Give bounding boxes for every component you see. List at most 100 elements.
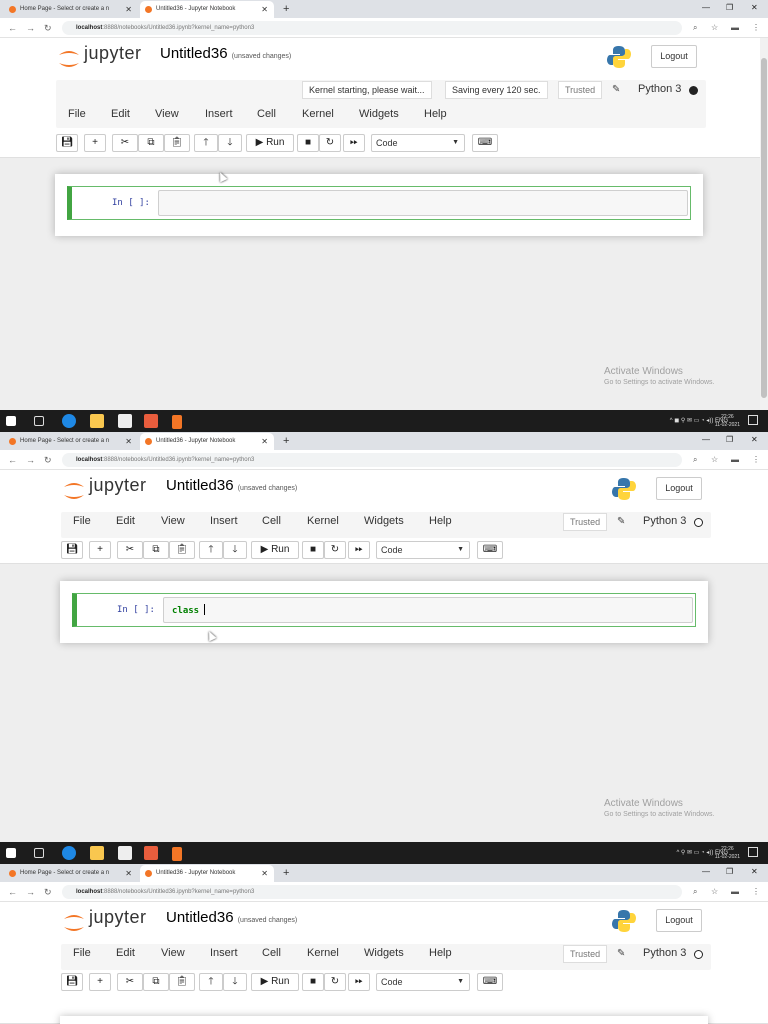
new-tab-icon[interactable]: +: [283, 0, 289, 18]
file-explorer-icon[interactable]: [90, 414, 104, 428]
copy-button[interactable]: ⧉: [143, 973, 169, 991]
menu-insert[interactable]: Insert: [205, 108, 233, 120]
insert-cell-button[interactable]: +: [89, 541, 111, 559]
cell-input[interactable]: class: [163, 597, 693, 623]
menu-kernel[interactable]: Kernel: [307, 515, 339, 527]
minimize-icon[interactable]: —: [702, 864, 710, 880]
menu-file[interactable]: File: [73, 515, 91, 527]
command-palette-button[interactable]: ⌨: [472, 134, 498, 152]
back-icon[interactable]: ←: [8, 882, 17, 902]
bookmark-star-icon[interactable]: ☆: [711, 18, 718, 38]
run-button[interactable]: ▶ Run: [246, 134, 294, 152]
store-icon[interactable]: [118, 414, 132, 428]
browser-tab-home[interactable]: Home Page - Select or create a n ✕: [4, 1, 138, 18]
zoom-icon[interactable]: ⌕: [693, 882, 697, 902]
notification-center-icon[interactable]: [748, 847, 758, 857]
menu-widgets[interactable]: Widgets: [364, 515, 404, 527]
menu-cell[interactable]: Cell: [262, 515, 281, 527]
restart-run-all-button[interactable]: ⏩︎: [343, 134, 365, 152]
close-icon[interactable]: ✕: [261, 1, 268, 18]
menu-insert[interactable]: Insert: [210, 515, 238, 527]
notebook-title[interactable]: Untitled36 (unsaved changes): [160, 45, 291, 62]
copy-button[interactable]: ⧉: [143, 541, 169, 559]
run-button[interactable]: ▶ Run: [251, 973, 299, 991]
copy-button[interactable]: ⧉: [138, 134, 164, 152]
paste-button[interactable]: 📋︎: [169, 541, 195, 559]
restore-icon[interactable]: ❐: [726, 0, 733, 16]
close-icon[interactable]: ✕: [125, 1, 132, 18]
cell-input[interactable]: [158, 190, 688, 216]
kernel-indicator[interactable]: Python 3: [643, 947, 686, 959]
windows-start-icon[interactable]: [6, 848, 16, 858]
logout-button[interactable]: Logout: [656, 477, 702, 500]
jupyter-taskbar-icon[interactable]: [172, 415, 182, 429]
cut-button[interactable]: ✂: [112, 134, 138, 152]
menu-help[interactable]: Help: [429, 515, 452, 527]
menu-cell[interactable]: Cell: [262, 947, 281, 959]
kernel-indicator[interactable]: Python 3: [638, 83, 681, 95]
logout-button[interactable]: Logout: [656, 909, 702, 932]
move-up-button[interactable]: 🡑: [194, 134, 218, 152]
menu-view[interactable]: View: [161, 515, 185, 527]
zoom-icon[interactable]: ⌕: [693, 18, 697, 38]
menu-edit[interactable]: Edit: [116, 515, 135, 527]
task-view-icon[interactable]: [34, 416, 44, 426]
forward-icon[interactable]: →: [26, 882, 35, 902]
edge-icon[interactable]: [62, 414, 76, 428]
bookmark-star-icon[interactable]: ☆: [711, 882, 718, 902]
new-tab-icon[interactable]: +: [283, 864, 289, 882]
command-palette-button[interactable]: ⌨: [477, 973, 503, 991]
pencil-icon[interactable]: ✎: [612, 84, 620, 95]
zoom-icon[interactable]: ⌕: [693, 450, 697, 470]
menu-view[interactable]: View: [155, 108, 179, 120]
trusted-indicator[interactable]: Trusted: [558, 81, 603, 99]
reload-icon[interactable]: ↻: [44, 18, 52, 38]
notebook-title[interactable]: Untitled36 (unsaved changes): [166, 909, 297, 926]
browser-tab-home[interactable]: Home Page - Select or create a n ✕: [4, 865, 138, 882]
interrupt-button[interactable]: ■: [297, 134, 319, 152]
url-field[interactable]: localhost:8888/notebooks/Untitled36.ipyn…: [62, 21, 682, 35]
menu-widgets[interactable]: Widgets: [359, 108, 399, 120]
jupyter-brand[interactable]: jupyter: [89, 907, 147, 928]
kernel-starting-notification[interactable]: Kernel starting, please wait...: [302, 81, 432, 99]
save-button[interactable]: 💾︎: [61, 541, 83, 559]
more-menu-icon[interactable]: ⋮: [752, 450, 760, 470]
file-explorer-icon[interactable]: [90, 846, 104, 860]
menu-widgets[interactable]: Widgets: [364, 947, 404, 959]
jupyter-brand[interactable]: jupyter: [84, 43, 142, 64]
paste-button[interactable]: 📋︎: [164, 134, 190, 152]
extension-icon[interactable]: ▬: [731, 450, 739, 470]
task-view-icon[interactable]: [34, 848, 44, 858]
restart-run-all-button[interactable]: ⏩︎: [348, 541, 370, 559]
close-icon[interactable]: ✕: [261, 865, 268, 882]
window-close-icon[interactable]: ✕: [751, 864, 758, 880]
logout-button[interactable]: Logout: [651, 45, 697, 68]
scrollbar-thumb[interactable]: [761, 58, 767, 398]
more-menu-icon[interactable]: ⋮: [752, 18, 760, 38]
window-close-icon[interactable]: ✕: [751, 432, 758, 448]
restart-button[interactable]: ↻: [319, 134, 341, 152]
move-down-button[interactable]: 🡓: [218, 134, 242, 152]
trusted-indicator[interactable]: Trusted: [563, 945, 608, 963]
move-down-button[interactable]: 🡓: [223, 541, 247, 559]
reload-icon[interactable]: ↻: [44, 882, 52, 902]
forward-icon[interactable]: →: [26, 18, 35, 38]
browser-tab-notebook[interactable]: Untitled36 - Jupyter Notebook ✕: [140, 1, 274, 18]
menu-view[interactable]: View: [161, 947, 185, 959]
cut-button[interactable]: ✂: [117, 973, 143, 991]
new-tab-icon[interactable]: +: [283, 432, 289, 450]
move-up-button[interactable]: 🡑: [199, 541, 223, 559]
restore-icon[interactable]: ❐: [726, 432, 733, 448]
edge-icon[interactable]: [62, 846, 76, 860]
code-cell[interactable]: In [ ]:: [67, 186, 691, 220]
run-button[interactable]: ▶ Run: [251, 541, 299, 559]
code-cell[interactable]: In [ ]: class: [72, 593, 696, 627]
restart-run-all-button[interactable]: ⏩︎: [348, 973, 370, 991]
minimize-icon[interactable]: —: [702, 432, 710, 448]
back-icon[interactable]: ←: [8, 18, 17, 38]
menu-insert[interactable]: Insert: [210, 947, 238, 959]
save-button[interactable]: 💾︎: [61, 973, 83, 991]
menu-kernel[interactable]: Kernel: [302, 108, 334, 120]
jupyter-taskbar-icon[interactable]: [172, 847, 182, 861]
url-field[interactable]: localhost:8888/notebooks/Untitled36.ipyn…: [62, 885, 682, 899]
